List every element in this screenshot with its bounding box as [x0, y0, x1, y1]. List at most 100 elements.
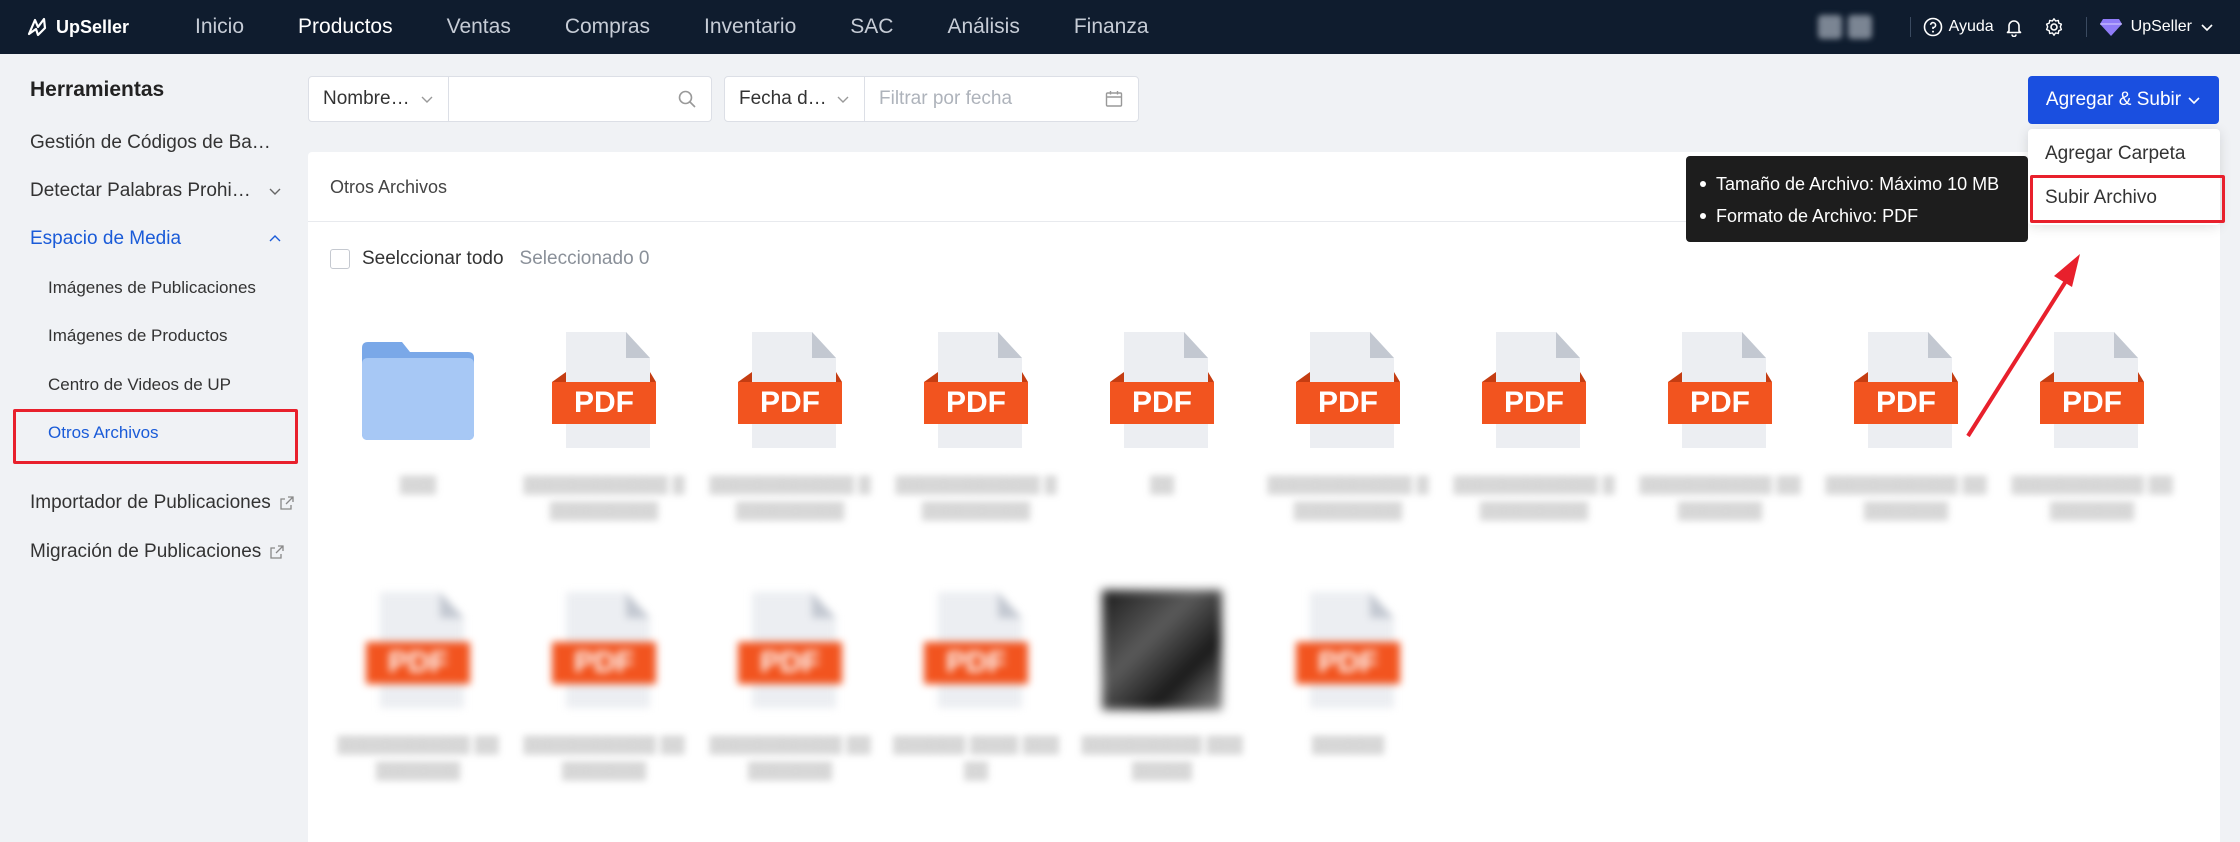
pdf-file-icon: PDF: [552, 332, 656, 448]
sidebar-subitem-product-images[interactable]: Imágenes de Productos: [48, 326, 228, 346]
nav-analisis[interactable]: Análisis: [920, 0, 1046, 54]
date-input[interactable]: [879, 88, 1079, 110]
calendar-icon[interactable]: [1104, 89, 1124, 109]
image-file-item[interactable]: ▒▒▒▒▒▒▒▒▒▒ ▒▒▒▒▒▒▒▒: [1077, 590, 1247, 788]
select-all-checkbox[interactable]: [330, 249, 350, 269]
nav-productos[interactable]: Productos: [271, 0, 420, 54]
pdf-file-icon: PDF: [2040, 332, 2144, 448]
user-menu[interactable]: UpSeller: [2099, 17, 2214, 37]
chevron-up-icon[interactable]: [268, 232, 282, 246]
add-upload-button[interactable]: Agregar & Subir: [2028, 76, 2219, 124]
help-link[interactable]: Ayuda: [1923, 17, 1994, 37]
pdf-file-icon: PDF: [1296, 592, 1400, 708]
top-right-tools: Ayuda UpSeller: [1817, 0, 2214, 54]
file-name-blurred: ▒▒▒▒▒▒▒▒▒▒▒ ▒▒▒▒▒▒▒▒▒: [709, 735, 871, 780]
pdf-file-icon: PDF: [1854, 332, 1958, 448]
sidebar-item-media-space[interactable]: Espacio de Media: [30, 228, 181, 250]
pdf-file-item[interactable]: PDF ▒▒▒▒▒▒▒▒▒▒▒ ▒▒▒▒▒▒▒▒▒: [1821, 330, 1991, 528]
pdf-file-item[interactable]: PDF ▒▒▒▒▒▒▒▒▒▒▒ ▒▒▒▒▒▒▒▒▒: [333, 590, 503, 788]
pdf-file-item[interactable]: PDF ▒▒▒▒▒▒▒▒▒▒▒▒ ▒▒▒▒▒▒▒▒▒▒: [705, 330, 875, 528]
pdf-label: PDF: [1504, 386, 1564, 419]
pdf-file-icon: PDF: [366, 592, 470, 708]
top-navigation-bar: UpSeller Inicio Productos Ventas Compras…: [0, 0, 2240, 54]
sidebar-item-label: Gestión de Códigos de Ba…: [30, 132, 271, 153]
sidebar-item-label: Detectar Palabras Prohi…: [30, 180, 251, 201]
add-upload-label: Agregar & Subir: [2045, 89, 2182, 110]
brand-name: UpSeller: [56, 16, 130, 37]
pdf-label: PDF: [760, 646, 820, 679]
pdf-file-icon: PDF: [552, 592, 656, 708]
nav-inicio[interactable]: Inicio: [168, 0, 271, 54]
settings-gear-icon[interactable]: [2044, 17, 2064, 37]
nav-compras[interactable]: Compras: [538, 0, 677, 54]
pdf-label: PDF: [1318, 386, 1378, 419]
external-link-icon: [279, 495, 295, 511]
upload-requirements-tooltip: Tamaño de Archivo: Máximo 10 MB Formato …: [1686, 156, 2028, 242]
divider: [2085, 17, 2087, 37]
name-filter-value: Nombre…: [323, 88, 410, 109]
nav-inventario[interactable]: Inventario: [677, 0, 823, 54]
pdf-file-item[interactable]: PDF ▒▒▒▒▒▒▒▒▒▒▒▒ ▒▒▒▒▒▒▒▒▒▒: [519, 330, 689, 528]
name-filter-select[interactable]: Nombre…: [309, 77, 449, 121]
pdf-file-item[interactable]: PDF ▒▒▒▒▒▒ ▒▒▒▒ ▒▒▒▒▒: [891, 590, 1061, 788]
pdf-label: PDF: [946, 646, 1006, 679]
sidebar-item-barcodes[interactable]: Gestión de Códigos de Ba…: [30, 132, 271, 154]
file-name-blurred: ▒▒▒▒▒▒▒▒▒▒▒ ▒▒▒▒▒▒▒▒▒: [523, 735, 685, 780]
sidebar-subitem-video-center[interactable]: Centro de Videos de UP: [48, 375, 231, 395]
pdf-file-item[interactable]: PDF ▒▒▒▒▒▒▒▒▒▒▒ ▒▒▒▒▒▒▒▒▒: [705, 590, 875, 788]
folder-item[interactable]: ▒▒▒: [333, 330, 503, 528]
select-all-label[interactable]: Seelccionar todo: [362, 248, 504, 270]
pdf-file-item[interactable]: PDF ▒▒▒▒▒▒: [1263, 590, 1433, 788]
date-range-field: [865, 77, 1138, 121]
add-folder-option[interactable]: Agregar Carpeta: [2045, 143, 2185, 165]
date-filter-group: Fecha d…: [724, 76, 1139, 122]
sidebar-item-forbidden-words[interactable]: Detectar Palabras Prohi…: [30, 180, 251, 202]
file-name-blurred: ▒▒▒▒▒▒▒▒▒▒▒ ▒▒▒▒▒▒▒▒▒: [337, 735, 499, 780]
blurred-shop-icons[interactable]: [1817, 15, 1872, 39]
highlight-box-other-files: [13, 409, 298, 464]
panel-title: Otros Archivos: [330, 177, 448, 197]
question-circle-icon: [1923, 17, 1942, 37]
sidebar-item-listing-migration[interactable]: Migración de Publicaciones: [30, 541, 285, 563]
file-name-blurred: ▒▒▒▒▒▒▒▒▒▒▒ ▒▒▒▒▒▒▒▒▒: [2011, 475, 2173, 520]
pdf-label: PDF: [574, 646, 634, 679]
tooltip-line: Tamaño de Archivo: Máximo 10 MB: [1716, 173, 2000, 194]
search-icon[interactable]: [677, 89, 697, 109]
folder-icon: [362, 342, 474, 440]
pdf-label: PDF: [1318, 646, 1378, 679]
sidebar: Herramientas Gestión de Códigos de Ba… D…: [0, 54, 300, 842]
file-name-blurred: ▒▒▒▒▒▒▒▒▒▒▒▒ ▒▒▒▒▒▒▒▒▒▒: [523, 475, 685, 520]
pdf-file-item[interactable]: PDF ▒▒▒▒▒▒▒▒▒▒▒▒ ▒▒▒▒▒▒▒▒▒▒: [1263, 330, 1433, 528]
search-field: [449, 77, 711, 121]
image-thumbnail: [1102, 590, 1222, 710]
diamond-badge-icon: [2099, 19, 2122, 36]
pdf-file-item[interactable]: PDF ▒▒▒▒▒▒▒▒▒▒▒▒ ▒▒▒▒▒▒▒▒▒▒: [891, 330, 1061, 528]
pdf-file-item[interactable]: PDF ▒▒▒▒▒▒▒▒▒▒▒ ▒▒▒▒▒▒▒▒▒: [2007, 330, 2177, 528]
file-name-blurred: ▒▒▒▒▒▒▒▒▒▒▒▒ ▒▒▒▒▒▒▒▒▒▒: [895, 475, 1057, 520]
brand-logo[interactable]: UpSeller: [24, 0, 129, 54]
search-input[interactable]: [463, 88, 663, 110]
sidebar-item-label: Importador de Publicaciones: [30, 492, 271, 513]
file-name-blurred: ▒▒▒▒▒▒▒▒▒▒▒▒ ▒▒▒▒▒▒▒▒▒▒: [1267, 475, 1429, 520]
user-name: UpSeller: [2130, 18, 2192, 35]
chevron-down-icon[interactable]: [268, 184, 282, 198]
sidebar-subitem-listing-images[interactable]: Imágenes de Publicaciones: [48, 278, 256, 298]
pdf-file-item[interactable]: PDF ▒▒▒▒▒▒▒▒▒▒▒ ▒▒▒▒▒▒▒▒▒: [1635, 330, 1805, 528]
file-name-blurred: ▒▒▒▒▒▒▒▒▒▒▒ ▒▒▒▒▒▒▒▒▒: [1825, 475, 1987, 520]
nav-ventas[interactable]: Ventas: [420, 0, 538, 54]
sidebar-item-listing-importer[interactable]: Importador de Publicaciones: [30, 492, 295, 514]
nav-finanza[interactable]: Finanza: [1047, 0, 1176, 54]
nav-sac[interactable]: SAC: [823, 0, 920, 54]
pdf-file-item[interactable]: PDF ▒▒: [1077, 330, 1247, 528]
pdf-file-item[interactable]: PDF ▒▒▒▒▒▒▒▒▒▒▒ ▒▒▒▒▒▒▒▒▒: [519, 590, 689, 788]
select-all-row: Seelccionar todo Seleccionado 0: [330, 248, 649, 270]
pdf-file-icon: PDF: [1296, 332, 1400, 448]
chevron-down-icon: [2188, 97, 2200, 105]
sidebar-item-label: Espacio de Media: [30, 228, 182, 249]
date-type-select[interactable]: Fecha d…: [725, 77, 865, 121]
selected-count: Seleccionado 0: [519, 248, 650, 269]
pdf-file-icon: PDF: [1482, 332, 1586, 448]
notification-bell-icon[interactable]: [2004, 17, 2024, 37]
file-name-blurred: ▒▒▒▒▒▒▒▒▒▒▒▒ ▒▒▒▒▒▒▒▒▒▒: [1453, 475, 1615, 520]
pdf-file-item[interactable]: PDF ▒▒▒▒▒▒▒▒▒▒▒▒ ▒▒▒▒▒▒▒▒▒▒: [1449, 330, 1619, 528]
